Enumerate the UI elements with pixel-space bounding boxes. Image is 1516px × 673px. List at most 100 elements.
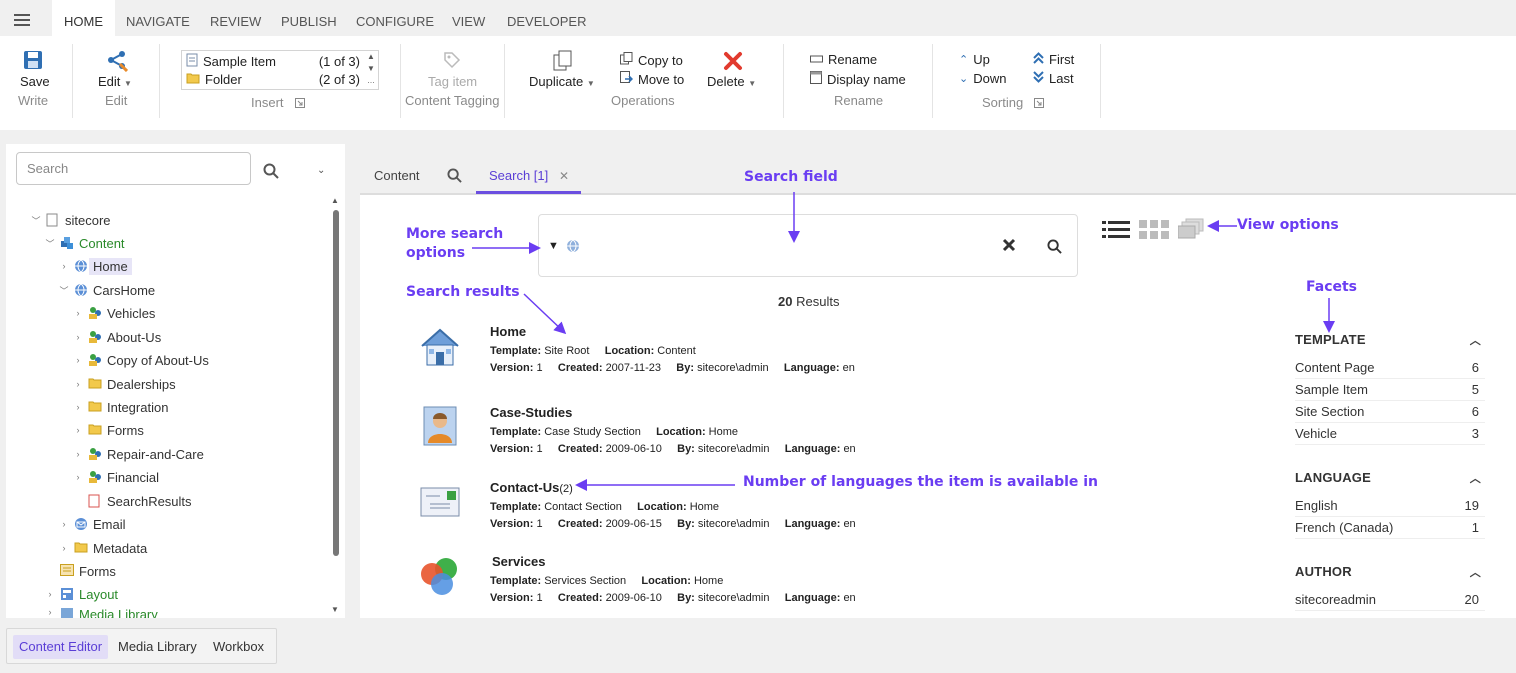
result-title[interactable]: Contact-Us(2)	[490, 480, 573, 495]
hamburger-menu-icon[interactable]	[14, 14, 30, 26]
insert-gallery[interactable]: Sample Item (1 of 3) Folder (2 of 3) ▲ ▼…	[181, 50, 379, 90]
tree-item-vehicles[interactable]: › Vehicles	[72, 303, 156, 323]
search-result[interactable]: Home Template: Site Root Location: Conte…	[410, 324, 910, 384]
insert-gallery-scroll[interactable]: ▲ ▼…	[364, 51, 378, 89]
tab-configure[interactable]: CONFIGURE	[344, 0, 446, 36]
move-to-button[interactable]: Move to	[620, 71, 684, 87]
insert-folder[interactable]: Folder (2 of 3)	[186, 70, 366, 88]
delete-icon[interactable]	[723, 51, 743, 74]
tab-media-library[interactable]: Media Library	[112, 635, 203, 659]
tag-item-button[interactable]: Tag item	[428, 74, 477, 89]
tree-item-dealerships[interactable]: › Dealerships	[72, 374, 176, 394]
tree-item-repair-and-care[interactable]: › Repair-and-Care	[72, 444, 204, 464]
tree-item-financial[interactable]: › Financial	[72, 467, 160, 487]
facet-row[interactable]: French (Canada) 1	[1295, 517, 1485, 539]
tab-view[interactable]: VIEW	[440, 0, 497, 36]
save-button[interactable]: Save	[20, 74, 50, 89]
collapse-icon[interactable]: ﹀	[58, 284, 70, 297]
tab-developer[interactable]: DEVELOPER	[495, 0, 598, 36]
tab-workbox[interactable]: Workbox	[207, 635, 270, 659]
tab-publish[interactable]: PUBLISH	[269, 0, 349, 36]
result-title[interactable]: Home	[490, 324, 526, 339]
scroll-down-icon[interactable]: ▼	[331, 605, 339, 614]
display-name-button[interactable]: Display name	[810, 71, 906, 87]
expand-icon[interactable]: ›	[72, 472, 84, 482]
chevron-down-icon[interactable]: ⌄	[317, 165, 325, 176]
expand-icon[interactable]: ›	[72, 449, 84, 459]
tree-item-forms[interactable]: › Forms	[72, 420, 144, 440]
clear-icon[interactable]	[1002, 238, 1016, 255]
tree-item-about-us[interactable]: › About-Us	[72, 327, 162, 347]
search-result[interactable]: Case-Studies Template: Case Study Sectio…	[410, 405, 910, 465]
expand-icon[interactable]: ›	[72, 425, 84, 435]
facet-row[interactable]: Sample Item 5	[1295, 379, 1485, 401]
facet-template-header[interactable]: TEMPLATE ︿	[1295, 332, 1485, 347]
chevron-up-icon[interactable]: ︿	[1470, 470, 1481, 486]
insert-sample-item[interactable]: Sample Item (1 of 3)	[186, 52, 366, 70]
expand-dialog-icon[interactable]	[295, 96, 305, 111]
tab-home[interactable]: HOME	[52, 0, 115, 36]
facet-row[interactable]: Content Page 6	[1295, 357, 1485, 379]
tab-content[interactable]: Content	[374, 168, 420, 183]
facet-row[interactable]: sitecoreadmin 20	[1295, 589, 1485, 611]
search-icon[interactable]	[1047, 239, 1062, 257]
expand-icon[interactable]: ›	[72, 332, 84, 342]
edit-button[interactable]: Edit ▼	[98, 74, 132, 89]
tab-content-editor[interactable]: Content Editor	[13, 635, 109, 659]
expand-icon[interactable]: ›	[72, 355, 84, 365]
tree-item-media-library[interactable]: › Media Library	[44, 607, 158, 618]
last-button[interactable]: Last	[1033, 71, 1074, 86]
tree-item-content[interactable]: ﹀ Content	[44, 233, 124, 253]
expand-icon[interactable]: ›	[44, 607, 56, 617]
stack-view-icon[interactable]	[1177, 218, 1204, 243]
tree-item-home[interactable]: › Home	[58, 256, 132, 276]
collapse-icon[interactable]: ﹀	[30, 214, 42, 227]
tab-review[interactable]: REVIEW	[198, 0, 273, 36]
search-result[interactable]: Services Template: Services Section Loca…	[410, 554, 910, 614]
facet-author-header[interactable]: AUTHOR ︿	[1295, 564, 1485, 579]
chevron-up-icon[interactable]: ︿	[1470, 332, 1481, 348]
tab-navigate[interactable]: NAVIGATE	[114, 0, 202, 36]
expand-icon[interactable]: ›	[58, 261, 70, 271]
tree-search-input[interactable]	[16, 152, 251, 185]
tree-item-forms-root[interactable]: Forms	[60, 561, 116, 581]
up-button[interactable]: ⌃ Up	[959, 52, 990, 67]
result-title[interactable]: Services	[492, 554, 546, 569]
duplicate-icon[interactable]	[553, 50, 573, 75]
expand-icon[interactable]: ›	[58, 543, 70, 553]
duplicate-button[interactable]: Duplicate ▼	[529, 74, 595, 89]
copy-to-button[interactable]: Copy to	[620, 52, 683, 68]
facet-row[interactable]: English 19	[1295, 495, 1485, 517]
first-button[interactable]: First	[1033, 52, 1074, 67]
result-title[interactable]: Case-Studies	[490, 405, 572, 420]
tree-item-carshome[interactable]: ﹀ CarsHome	[58, 280, 155, 300]
tree-item-metadata[interactable]: › Metadata	[58, 538, 148, 558]
scrollbar-thumb[interactable]	[333, 210, 339, 556]
facet-language-header[interactable]: LANGUAGE ︿	[1295, 470, 1485, 485]
expand-icon[interactable]: ›	[72, 402, 84, 412]
search-field[interactable]: ▼	[538, 214, 1078, 277]
expand-icon[interactable]: ›	[72, 379, 84, 389]
expand-dialog-icon[interactable]	[1034, 96, 1044, 111]
close-tab-icon[interactable]: ✕	[559, 169, 569, 183]
grid-view-icon[interactable]	[1139, 220, 1169, 243]
delete-button[interactable]: Delete ▼	[707, 74, 756, 89]
tree-item-sitecore[interactable]: ﹀ sitecore	[30, 210, 110, 230]
edit-icon[interactable]	[106, 50, 129, 75]
tree-item-integration[interactable]: › Integration	[72, 397, 169, 417]
more-options-triangle-icon[interactable]: ▼	[548, 240, 559, 252]
search-tab-icon[interactable]	[447, 168, 462, 186]
scroll-up-icon[interactable]: ▲	[331, 196, 339, 205]
facet-row[interactable]: Vehicle 3	[1295, 423, 1485, 445]
chevron-up-icon[interactable]: ︿	[1470, 564, 1481, 580]
expand-icon[interactable]: ›	[44, 589, 56, 599]
tree-item-searchresults[interactable]: SearchResults	[88, 491, 192, 511]
expand-icon[interactable]: ›	[72, 308, 84, 318]
tab-search[interactable]: Search [1]	[489, 168, 548, 183]
rename-button[interactable]: Rename	[810, 52, 877, 67]
tree-item-copy-of-about-us[interactable]: › Copy of About-Us	[72, 350, 209, 370]
list-view-icon[interactable]	[1102, 220, 1130, 243]
search-icon[interactable]	[263, 163, 279, 182]
down-button[interactable]: ⌄ Down	[959, 71, 1006, 86]
facet-row[interactable]: Site Section 6	[1295, 401, 1485, 423]
